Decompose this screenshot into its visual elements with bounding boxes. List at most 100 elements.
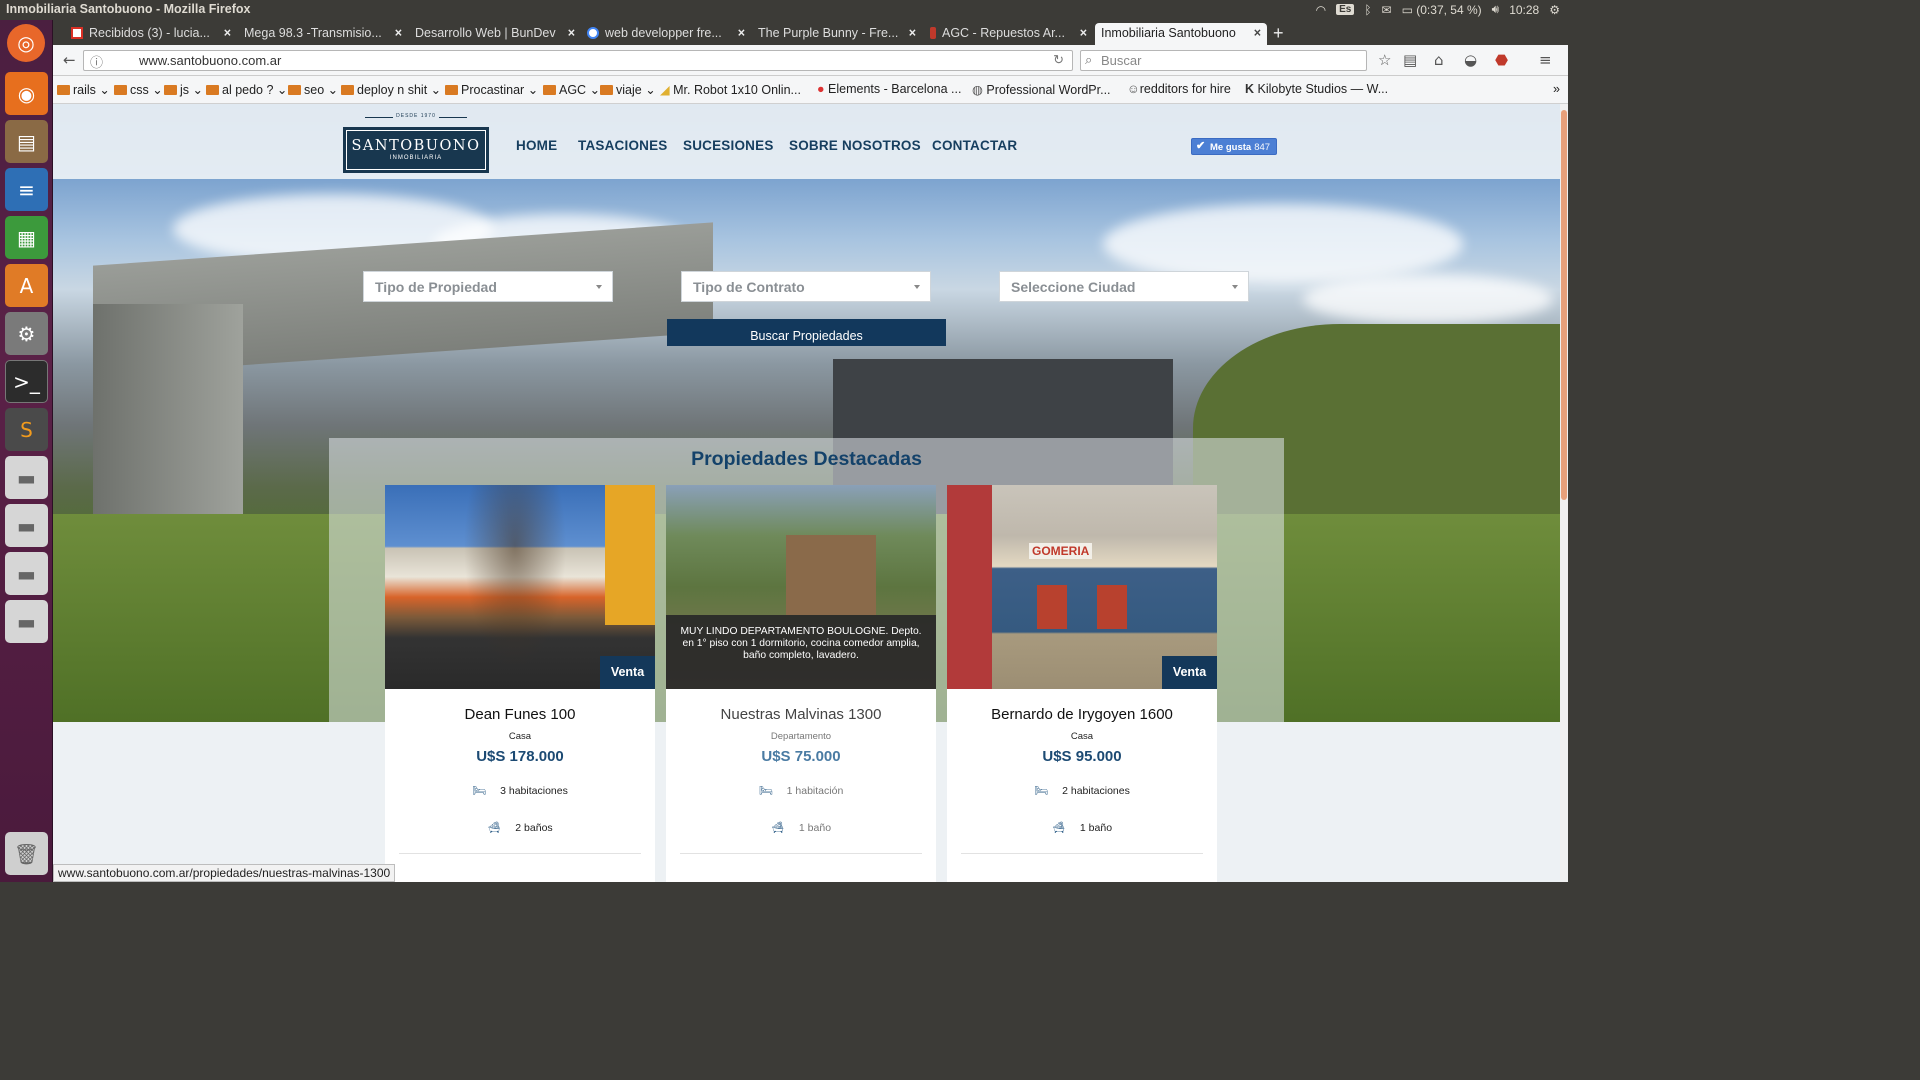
nav-sucesiones[interactable]: SUCESIONES: [683, 138, 774, 153]
battery-label: (0:37, 54 %): [1416, 2, 1482, 17]
file-manager-icon[interactable]: ▤: [5, 120, 48, 163]
clock[interactable]: 10:28: [1509, 3, 1539, 17]
firefox-icon[interactable]: ◉: [5, 72, 48, 115]
bookmark-link[interactable]: ◍ Professional WordPr...: [972, 82, 1111, 97]
close-tab-icon[interactable]: ×: [395, 26, 402, 40]
nav-sobre-nosotros[interactable]: SOBRE NOSOTROS: [789, 138, 921, 153]
browser-tab[interactable]: Recibidos (3) - lucia... ×: [71, 23, 231, 45]
property-name[interactable]: Nuestras Malvinas 1300: [666, 706, 936, 723]
bookmark-folder[interactable]: viaje ⌄: [600, 82, 656, 97]
property-photo[interactable]: MUY LINDO DEPARTAMENTO BOULOGNE. Depto. …: [666, 485, 936, 689]
adblock-icon[interactable]: ⬣: [1495, 51, 1508, 69]
nav-contactar[interactable]: CONTACTAR: [932, 138, 1017, 153]
keyboard-layout-indicator[interactable]: Es: [1336, 4, 1355, 15]
property-name[interactable]: Dean Funes 100: [385, 706, 655, 723]
browser-tab[interactable]: Mega 98.3 -Transmisio... ×: [244, 23, 402, 45]
bookmark-folder[interactable]: deploy n shit ⌄: [341, 82, 441, 97]
pocket-icon[interactable]: ◒: [1464, 51, 1477, 69]
bookmark-folder[interactable]: AGC ⌄: [543, 82, 600, 97]
bookmark-link[interactable]: ☺redditors for hire: [1127, 82, 1231, 96]
browser-search-input[interactable]: ⌕ Buscar: [1080, 50, 1367, 71]
writer-icon[interactable]: ≡: [5, 168, 48, 211]
close-tab-icon[interactable]: ×: [224, 26, 231, 40]
calc-icon[interactable]: ▦: [5, 216, 48, 259]
reading-list-icon[interactable]: ▤: [1403, 51, 1417, 69]
close-tab-icon[interactable]: ×: [1080, 26, 1087, 40]
unity-launcher: ◎ ◉ ▤ ≡ ▦ A ⚙ >_ S ▬ ▬ ▬ ▬ 🗑︎: [0, 20, 53, 882]
bookmark-folder[interactable]: Procastinar ⌄: [445, 82, 538, 97]
property-card[interactable]: Venta Dean Funes 100 Casa U$S 178.000 🛏︎…: [385, 485, 655, 882]
trash-icon[interactable]: 🗑︎: [5, 832, 48, 875]
property-rooms: 🛏︎ 1 habitación: [758, 785, 844, 797]
home-icon[interactable]: ⌂: [1434, 51, 1444, 69]
browser-tab[interactable]: AGC - Repuestos Ar... ×: [930, 23, 1087, 45]
bookmark-link[interactable]: K Kilobyte Studios — W...: [1245, 82, 1388, 96]
search-icon: ⌕: [1085, 52, 1093, 67]
bathtub-icon: 🛁︎: [770, 822, 785, 834]
property-card-hovered[interactable]: MUY LINDO DEPARTAMENTO BOULOGNE. Depto. …: [666, 485, 936, 882]
reload-icon[interactable]: ↻: [1053, 52, 1064, 68]
close-tab-icon[interactable]: ×: [738, 26, 745, 40]
site-info-icon[interactable]: ⓘ: [90, 52, 103, 71]
close-tab-icon[interactable]: ×: [568, 26, 575, 40]
hamburger-menu-icon[interactable]: ≡: [1539, 51, 1552, 69]
sublime-text-icon[interactable]: S: [5, 408, 48, 451]
tipo-contrato-select[interactable]: Tipo de Contrato: [681, 271, 931, 302]
mail-icon[interactable]: ✉: [1382, 3, 1392, 17]
browser-tab[interactable]: The Purple Bunny - Fre... ×: [758, 23, 916, 45]
bookmark-link[interactable]: ◢ Mr. Robot 1x10 Onlin...: [660, 82, 801, 97]
web-page: DESDE 1970 SANTOBUONO INMOBILIARIA HOME …: [53, 104, 1560, 882]
browser-tab-active[interactable]: Inmobiliaria Santobuono ×: [1095, 23, 1267, 45]
battery-indicator[interactable]: ▭ (0:37, 54 %): [1402, 3, 1482, 17]
facebook-like-button[interactable]: ✔ Me gusta 847: [1191, 138, 1278, 155]
property-type: Departamento: [770, 731, 832, 742]
new-tab-button[interactable]: +: [1273, 23, 1293, 45]
bookmark-favicon-icon: ●: [817, 82, 825, 96]
browser-tab[interactable]: web developper fre... ×: [587, 23, 745, 45]
card-divider: [961, 853, 1203, 854]
wifi-icon[interactable]: ◠: [1316, 3, 1326, 17]
close-tab-icon[interactable]: ×: [909, 26, 916, 40]
page-scrollbar-thumb[interactable]: [1561, 110, 1567, 500]
ciudad-select[interactable]: Seleccione Ciudad: [999, 271, 1249, 302]
back-button-icon[interactable]: ←: [63, 51, 76, 69]
property-baths: 🛁︎ 1 baño: [1051, 822, 1113, 834]
bookmark-link[interactable]: ● Elements - Barcelona ...: [817, 82, 961, 96]
nav-tasaciones[interactable]: TASACIONES: [578, 138, 668, 153]
folder-icon: [164, 85, 177, 95]
select-label: Tipo de Propiedad: [375, 279, 497, 295]
url-bar[interactable]: ⓘ www.santobuono.com.ar ↻: [83, 50, 1073, 71]
bookmark-folder[interactable]: al pedo ? ⌄: [206, 82, 287, 97]
close-tab-icon[interactable]: ×: [1254, 26, 1261, 40]
bookmark-folder[interactable]: js ⌄: [164, 82, 203, 97]
google-favicon-icon: [587, 27, 599, 39]
bookmark-folder[interactable]: seo ⌄: [288, 82, 338, 97]
santobuono-logo[interactable]: SANTOBUONO INMOBILIARIA: [343, 127, 489, 173]
like-label: Me gusta: [1210, 142, 1252, 153]
tipo-propiedad-select[interactable]: Tipo de Propiedad: [363, 271, 613, 302]
drive-icon[interactable]: ▬: [5, 456, 48, 499]
nav-home[interactable]: HOME: [516, 138, 557, 153]
settings-icon[interactable]: ⚙: [5, 312, 48, 355]
property-photo[interactable]: GOMERIA Venta: [947, 485, 1217, 689]
volume-icon[interactable]: 🔊︎: [1492, 2, 1500, 17]
property-card[interactable]: GOMERIA Venta Bernardo de Irygoyen 1600 …: [947, 485, 1217, 882]
ubuntu-dash-icon[interactable]: ◎: [7, 24, 45, 62]
property-photo[interactable]: Venta: [385, 485, 655, 689]
drive-icon[interactable]: ▬: [5, 552, 48, 595]
bluetooth-icon[interactable]: ᛒ: [1364, 3, 1371, 17]
software-center-icon[interactable]: A: [5, 264, 48, 307]
bookmark-folder[interactable]: rails ⌄: [57, 82, 110, 97]
bookmark-folder[interactable]: css ⌄: [114, 82, 163, 97]
browser-tab[interactable]: Desarrollo Web | BunDev ×: [415, 23, 575, 45]
bookmarks-overflow-icon[interactable]: »: [1553, 82, 1560, 96]
property-name[interactable]: Bernardo de Irygoyen 1600: [947, 706, 1217, 723]
terminal-icon[interactable]: >_: [5, 360, 48, 403]
bookmark-star-icon[interactable]: ☆: [1378, 51, 1391, 69]
property-price: U$S 95.000: [1042, 748, 1122, 765]
drive-icon[interactable]: ▬: [5, 600, 48, 643]
drive-icon[interactable]: ▬: [5, 504, 48, 547]
buscar-propiedades-button[interactable]: Buscar Propiedades: [667, 319, 946, 346]
system-tray: ◠ Es ᛒ ✉ ▭ (0:37, 54 %) 🔊︎ 10:28 ⚙: [1316, 2, 1560, 17]
power-gear-icon[interactable]: ⚙: [1549, 3, 1560, 17]
